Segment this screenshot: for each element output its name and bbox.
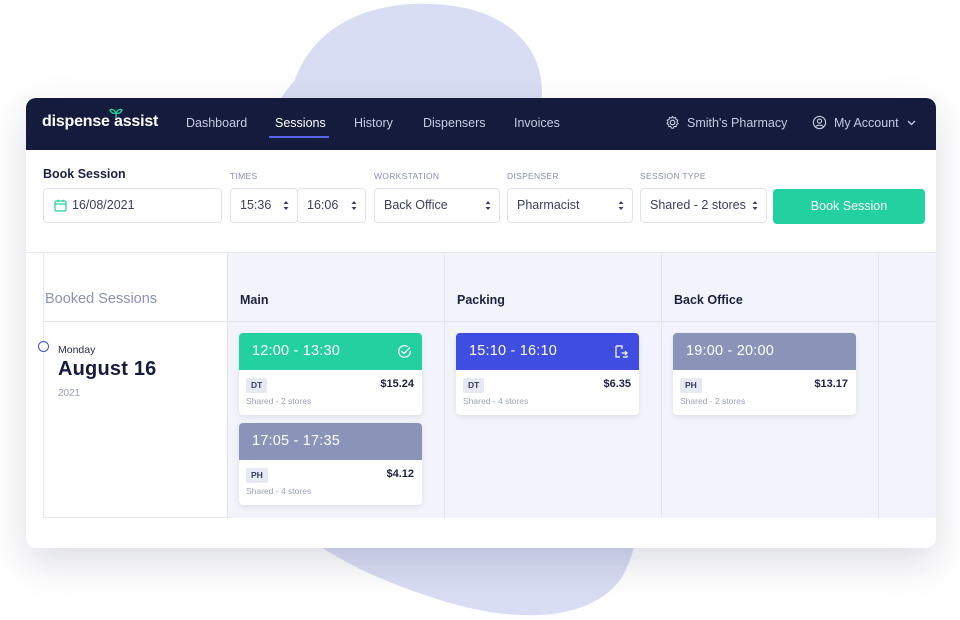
session-type: Shared - 4 stores	[463, 396, 529, 406]
book-session-button[interactable]: Book Session	[773, 189, 925, 224]
session-time-text: 19:00 - 20:00	[686, 343, 775, 359]
column-title-back-office: Back Office	[674, 293, 743, 307]
nav-invoices[interactable]: Invoices	[514, 116, 560, 130]
session-card[interactable]: 19:00 - 20:00 PH $13.17 Shared - 2 store…	[673, 333, 856, 415]
dispenser-badge: PH	[680, 378, 702, 393]
day-year: 2021	[58, 388, 81, 399]
form-title: Book Session	[43, 167, 126, 181]
header-divider	[44, 321, 936, 322]
nav-history[interactable]: History	[354, 116, 393, 130]
time-start-value: 15:36	[240, 198, 272, 212]
check-circle-icon[interactable]	[397, 344, 412, 359]
session-time-text: 15:10 - 16:10	[469, 343, 558, 359]
session-type: Shared - 2 stores	[246, 396, 312, 406]
session-price: $6.35	[603, 378, 631, 390]
select-arrows-icon	[485, 201, 491, 210]
dispenser-value: Pharmacist	[517, 198, 580, 212]
book-session-form: Book Session 16/08/2021 TIMES 15:36 16:0…	[26, 150, 936, 253]
column-overflow	[878, 253, 936, 518]
dispenser-badge: DT	[463, 378, 485, 393]
workstation-label: WORKSTATION	[374, 171, 440, 181]
time-end-select[interactable]: 16:06	[297, 188, 366, 223]
session-type-value: Shared - 2 stores	[650, 198, 746, 212]
my-account-menu[interactable]: My Account	[834, 116, 899, 130]
session-price: $13.17	[814, 378, 848, 390]
workstation-value: Back Office	[384, 198, 448, 212]
booked-sessions-grid: Booked Sessions Main Packing Back Office…	[38, 253, 936, 518]
select-arrows-icon	[283, 201, 289, 210]
chevron-down-icon[interactable]	[907, 120, 916, 126]
dispenser-badge: PH	[246, 468, 268, 483]
time-start-select[interactable]: 15:36	[230, 188, 298, 223]
date-value: 16/08/2021	[72, 198, 135, 212]
session-time: 15:10 - 16:10	[456, 333, 639, 370]
session-type: Shared - 2 stores	[680, 396, 746, 406]
session-card[interactable]: 15:10 - 16:10 DT $6.35 Shared - 4 stores	[456, 333, 639, 415]
column-title-main: Main	[240, 293, 269, 307]
pharmacy-selector[interactable]: Smith's Pharmacy	[687, 116, 787, 130]
day-date: August 16	[58, 358, 157, 380]
dispenser-badge: DT	[246, 378, 268, 393]
swap-icon[interactable]	[614, 344, 629, 359]
session-time-text: 17:05 - 17:35	[252, 433, 341, 449]
workstation-select[interactable]: Back Office	[374, 188, 500, 223]
times-label: TIMES	[230, 171, 258, 181]
app-window: dispense assist Dashboard Sessions Histo…	[26, 98, 936, 548]
nav-dispensers[interactable]: Dispensers	[423, 116, 486, 130]
session-time-text: 12:00 - 13:30	[252, 343, 341, 359]
nav-dashboard[interactable]: Dashboard	[186, 116, 247, 130]
logo[interactable]: dispense assist	[42, 108, 159, 131]
day-weekday: Monday	[58, 344, 96, 356]
timeline-dot	[38, 341, 49, 352]
session-time: 17:05 - 17:35	[239, 423, 422, 460]
select-arrows-icon	[618, 201, 624, 210]
session-card[interactable]: 12:00 - 13:30 DT $15.24 Shared - 2 store…	[239, 333, 422, 415]
session-type-label: SESSION TYPE	[640, 171, 706, 181]
session-card[interactable]: 17:05 - 17:35 PH $4.12 Shared - 4 stores	[239, 423, 422, 505]
session-time: 12:00 - 13:30	[239, 333, 422, 370]
calendar-icon	[54, 199, 67, 212]
column-title-packing: Packing	[457, 293, 505, 307]
top-nav: dispense assist Dashboard Sessions Histo…	[26, 98, 936, 150]
select-arrows-icon	[752, 201, 758, 210]
logo-text: dispense assist	[42, 113, 159, 130]
session-time: 19:00 - 20:00	[673, 333, 856, 370]
sprout-icon	[109, 108, 123, 118]
dispenser-select[interactable]: Pharmacist	[507, 188, 633, 223]
nav-sessions[interactable]: Sessions	[275, 116, 326, 130]
select-arrows-icon	[351, 201, 357, 210]
session-type: Shared - 4 stores	[246, 486, 312, 496]
nav-active-underline	[269, 136, 329, 138]
user-icon	[812, 115, 827, 130]
booked-sessions-title: Booked Sessions	[45, 291, 158, 307]
gear-icon	[666, 115, 679, 129]
date-field[interactable]: 16/08/2021	[43, 188, 222, 223]
dispenser-label: DISPENSER	[507, 171, 559, 181]
session-type-select[interactable]: Shared - 2 stores	[640, 188, 767, 223]
session-price: $15.24	[380, 378, 414, 390]
session-price: $4.12	[386, 468, 414, 480]
time-end-value: 16:06	[307, 198, 339, 212]
